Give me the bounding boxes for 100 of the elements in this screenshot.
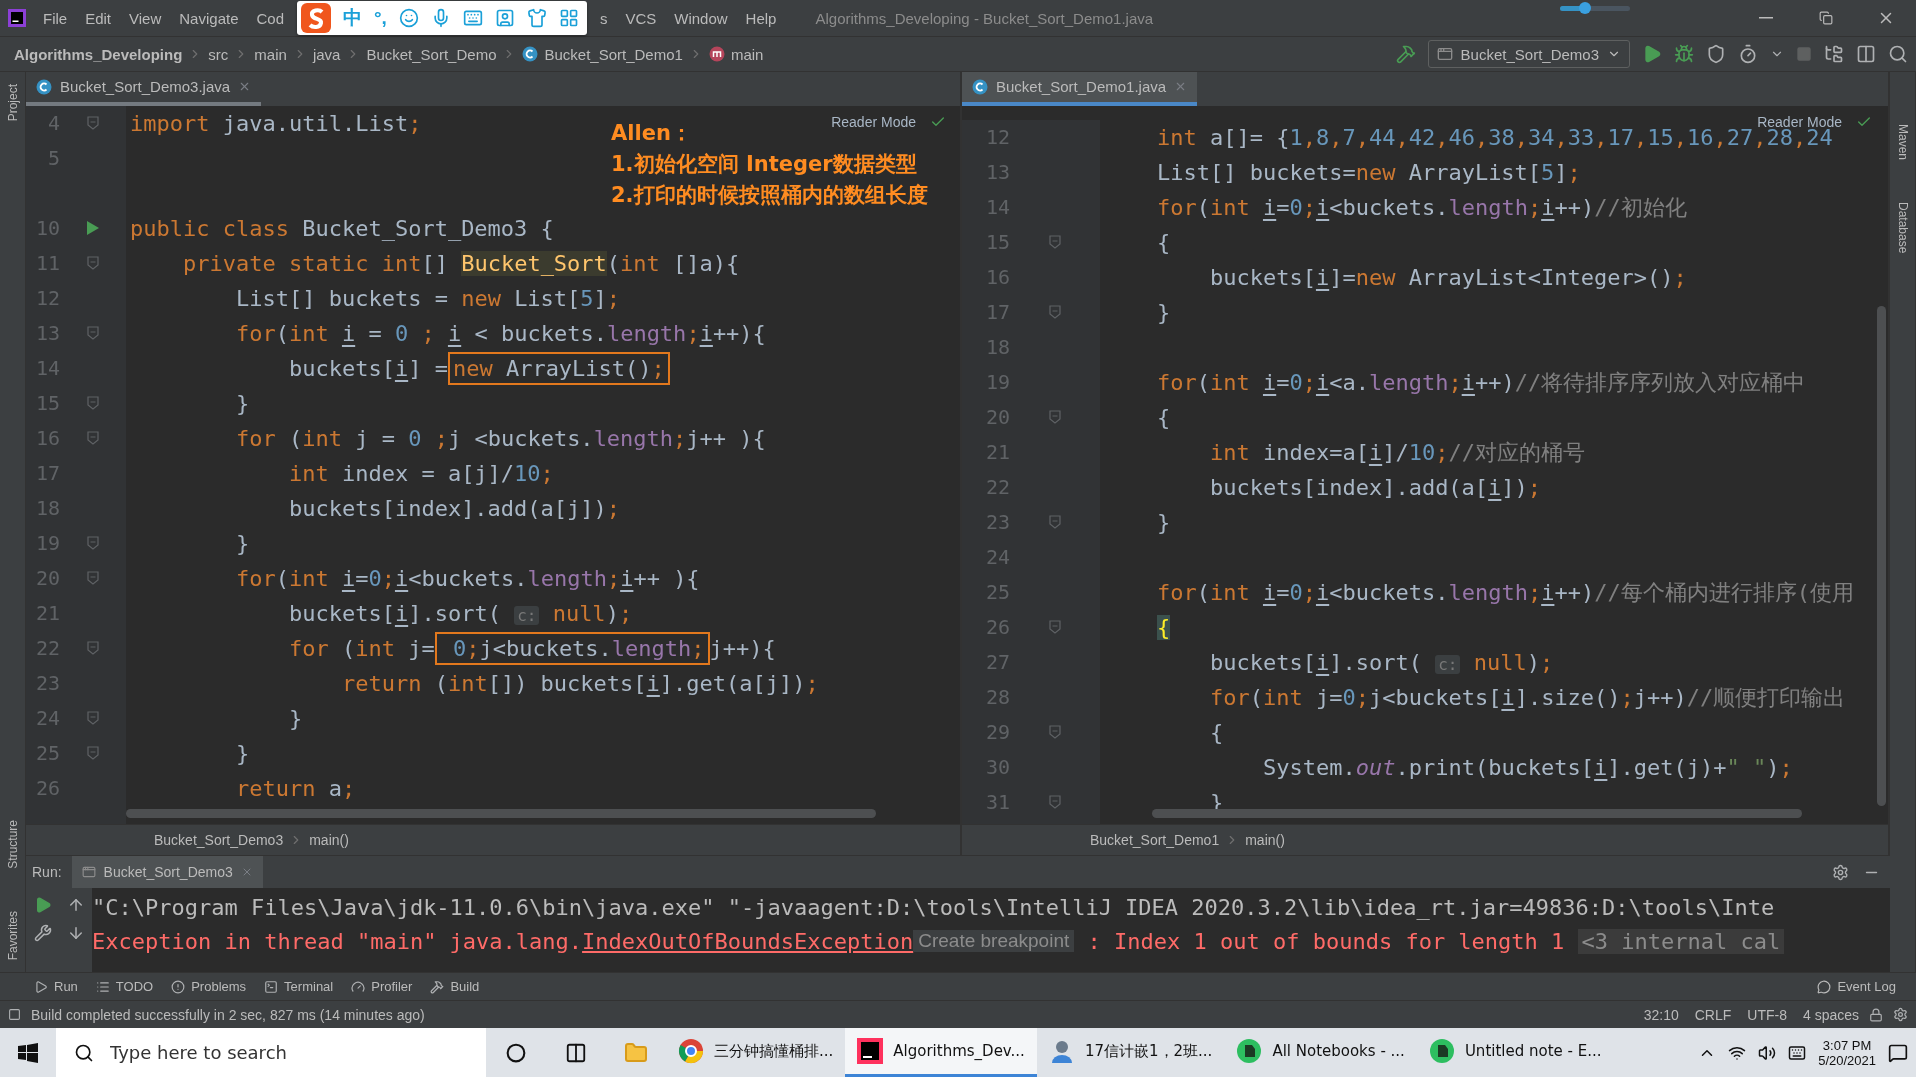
fold-icon[interactable] [87, 571, 99, 586]
folded-frames[interactable]: <3 internal cal [1577, 928, 1785, 954]
fold-icon[interactable] [1049, 725, 1061, 740]
lock-icon[interactable] [1869, 1007, 1883, 1022]
wrench-icon[interactable] [33, 924, 52, 942]
taskbar-app[interactable]: 三分钟搞懂桶排... [666, 1028, 846, 1077]
breadcrumb[interactable]: main() [309, 832, 349, 848]
tool-window-tab[interactable]: Database [1895, 196, 1910, 260]
event-log-button[interactable]: Event Log [1817, 979, 1896, 994]
task-view-icon [565, 1041, 587, 1064]
fold-icon[interactable] [87, 711, 99, 726]
app-icon[interactable] [8, 9, 26, 27]
search-box[interactable]: Type here to search [56, 1028, 486, 1077]
person-icon[interactable] [494, 8, 515, 28]
tool-window-tab[interactable]: Maven [1895, 118, 1910, 167]
breadcrumb[interactable]: Bucket_Sort_Demo1 [522, 45, 683, 63]
tool-window-button[interactable]: Profiler [351, 979, 413, 994]
slider-thumb[interactable] [1578, 2, 1591, 14]
fold-icon[interactable] [87, 116, 99, 131]
run-icon[interactable] [86, 220, 100, 237]
tool-window-button[interactable]: TODO [95, 979, 154, 994]
run-tab[interactable]: Bucket_Sort_Demo3 [71, 856, 263, 888]
menu-item[interactable]: Edit [76, 4, 121, 32]
taskbar-app[interactable]: 17信计嵌1，2班... [1036, 1028, 1225, 1077]
ime-logo-icon[interactable] [301, 3, 331, 33]
debug-button[interactable] [1674, 44, 1694, 64]
taskbar-app[interactable]: Algorithms_Dev... [845, 1028, 1037, 1077]
emoji-icon[interactable] [398, 8, 419, 28]
project-structure-button[interactable] [1824, 44, 1844, 64]
fold-icon[interactable] [87, 396, 99, 411]
status-item[interactable]: CRLF [1694, 1006, 1732, 1023]
coverage-button[interactable] [1706, 44, 1726, 64]
fold-icon[interactable] [1049, 515, 1061, 530]
fold-icon[interactable] [87, 326, 99, 341]
layout-icon[interactable] [8, 1008, 21, 1021]
breadcrumb[interactable]: main [708, 45, 764, 63]
fold-icon[interactable] [1049, 305, 1061, 320]
tool-window-button[interactable]: Build [430, 979, 480, 994]
tool-window-tab[interactable]: Favorites [5, 904, 20, 966]
status-item[interactable]: 4 spaces [1802, 1006, 1859, 1023]
breadcrumb[interactable]: Bucket_Sort_Demo3 [154, 832, 284, 848]
menu-item[interactable]: Help [736, 4, 786, 32]
fold-icon[interactable] [87, 746, 99, 761]
menu-item[interactable]: View [120, 4, 171, 32]
stop-button[interactable] [1796, 46, 1812, 62]
run-config-dropdown[interactable]: Bucket_Sort_Demo3 [1427, 40, 1630, 68]
menu-item[interactable]: Window [665, 4, 737, 32]
scrollbar[interactable] [1877, 305, 1886, 806]
fold-icon[interactable] [1049, 620, 1061, 635]
tool-window-tab[interactable]: Project [5, 78, 20, 128]
menu-item[interactable]: Navigate [170, 4, 248, 32]
search-button[interactable] [1888, 44, 1908, 64]
grid-icon[interactable] [558, 8, 579, 28]
settings-icon[interactable] [1832, 863, 1849, 881]
menu-item[interactable]: File [34, 4, 77, 32]
tool-window-button[interactable]: Problems [171, 979, 247, 994]
breadcrumb[interactable]: Bucket_Sort_Demo1 [1090, 832, 1220, 848]
search-field[interactable]: Type here to search [108, 1041, 452, 1064]
fold-icon[interactable] [87, 536, 99, 551]
editor-tab[interactable]: Bucket_Sort_Demo1.java [962, 72, 1198, 106]
tool-window-button[interactable]: Terminal [264, 979, 334, 994]
breadcrumb[interactable]: src [208, 45, 229, 63]
fold-icon[interactable] [87, 431, 99, 446]
status-item[interactable]: UTF-8 [1747, 1006, 1787, 1023]
menu-item[interactable]: VCS [616, 4, 666, 32]
ime-button[interactable]: 中 [343, 5, 362, 31]
fold-icon[interactable] [87, 256, 99, 271]
volume-icon[interactable] [1758, 1043, 1777, 1062]
reader-mode-link[interactable]: Reader Mode [831, 113, 916, 130]
profile-button[interactable] [1738, 44, 1758, 64]
breadcrumb[interactable]: java [312, 45, 341, 63]
fold-icon[interactable] [1049, 235, 1061, 250]
breadcrumb[interactable]: Bucket_Sort_Demo [366, 45, 497, 63]
breadcrumb[interactable]: main [254, 45, 287, 63]
fold-icon[interactable] [1049, 410, 1061, 425]
window-button[interactable] [1856, 44, 1876, 64]
create-breakpoint-button[interactable]: Create breakpoint [913, 930, 1075, 952]
menu-item[interactable]: Cod [247, 4, 293, 32]
taskbar-app[interactable]: All Notebooks - ... [1224, 1028, 1417, 1077]
scrollbar[interactable] [1152, 809, 1802, 819]
fold-icon[interactable] [87, 641, 99, 656]
ime-button[interactable]: °, [374, 7, 387, 29]
shirt-icon[interactable] [526, 8, 547, 28]
scrollbar[interactable] [126, 809, 876, 819]
exception-link[interactable]: IndexOutOfBoundsException [582, 928, 914, 954]
breadcrumb[interactable]: Algorithms_Developing [14, 45, 183, 63]
settings-icon[interactable] [1893, 1007, 1908, 1022]
build-button[interactable] [1395, 44, 1416, 64]
breadcrumb[interactable]: main() [1245, 832, 1285, 848]
menu-item[interactable]: s [590, 4, 617, 32]
clock[interactable]: 3:07 PM 5/20/2021 [1818, 1037, 1876, 1068]
fold-icon[interactable] [1049, 795, 1061, 810]
taskbar-app[interactable]: Untitled note - E... [1416, 1028, 1614, 1077]
keyboard-icon[interactable] [1788, 1043, 1807, 1062]
status-item[interactable]: 32:10 [1643, 1006, 1679, 1023]
tool-window-button[interactable]: Run [34, 979, 78, 994]
tool-window-tab[interactable]: Structure [5, 813, 20, 875]
run-button[interactable] [1642, 44, 1662, 64]
code-line: for(int i = 0 ; i < buckets.length;i++){ [234, 320, 766, 346]
notification-icon[interactable] [1888, 1042, 1908, 1063]
